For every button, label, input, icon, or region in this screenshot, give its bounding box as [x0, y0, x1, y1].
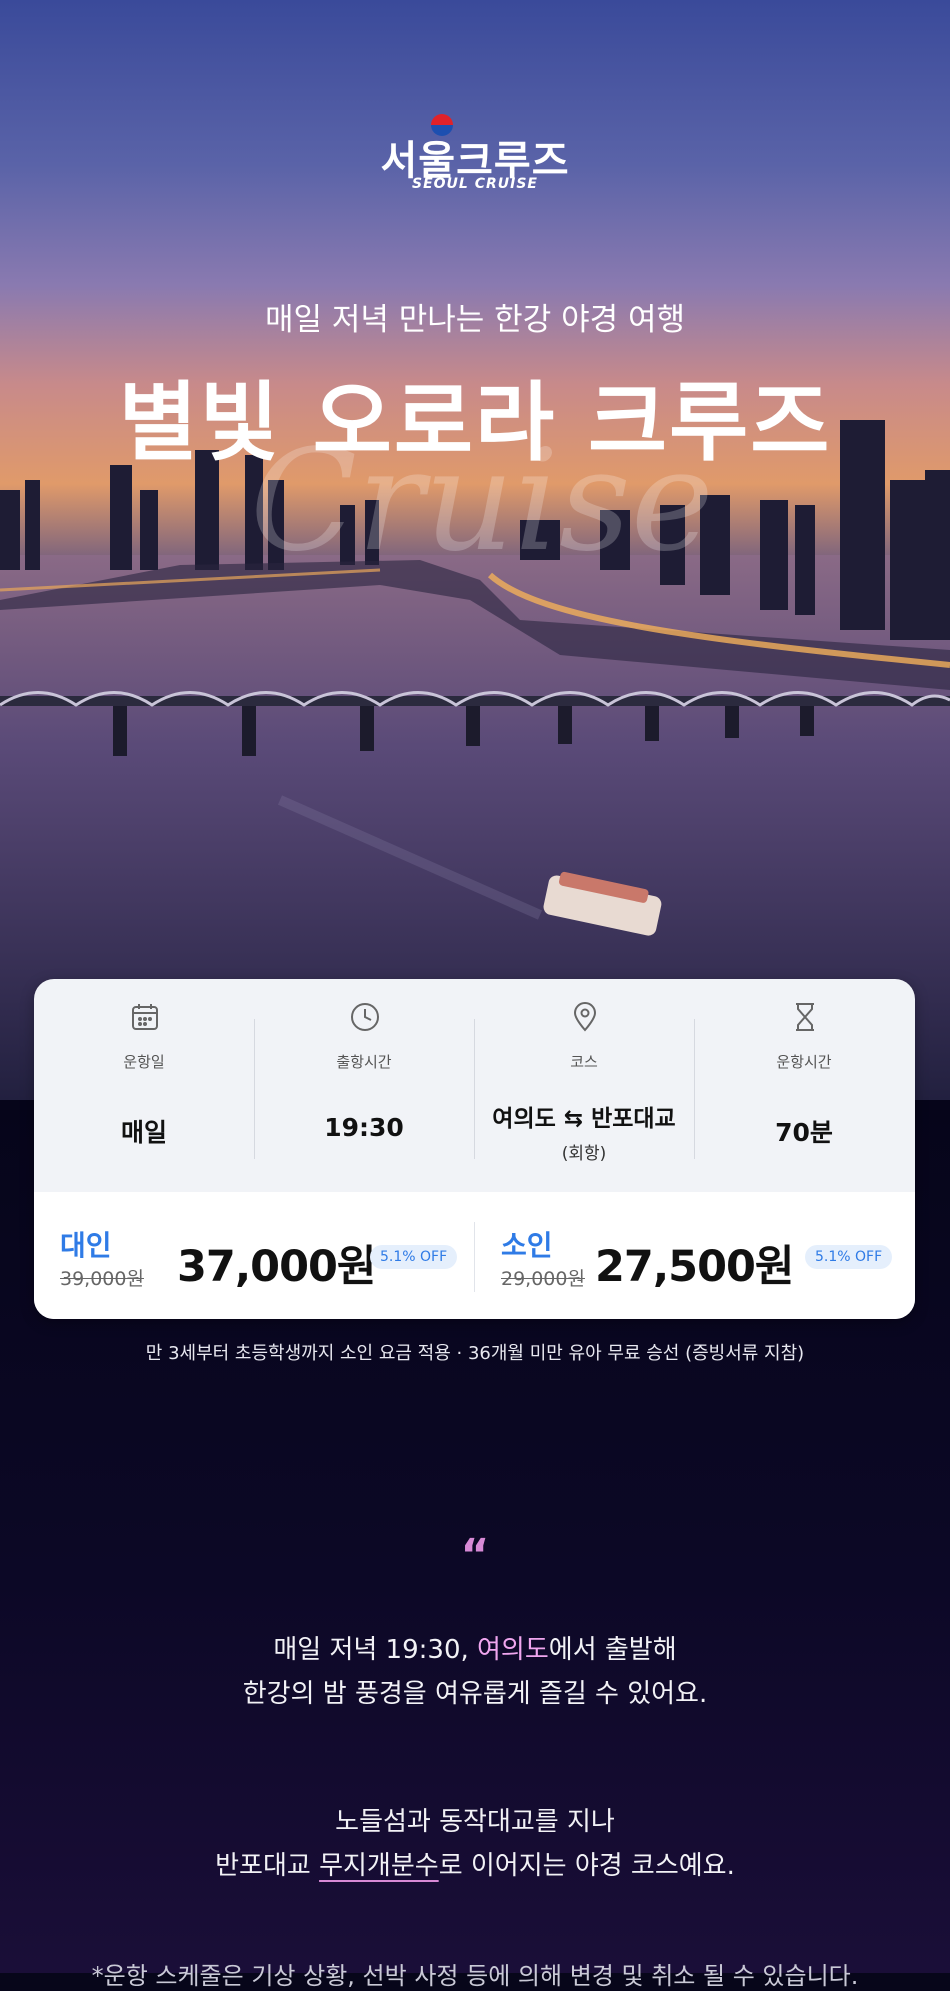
discount-badge: 5.1% OFF — [805, 1245, 893, 1269]
hourglass-icon — [796, 1003, 814, 1031]
info-value: 여의도 ⇆ 반포대교 — [492, 1106, 676, 1132]
info-value: 19:30 — [324, 1113, 404, 1142]
description-line: 매일 저녁 19:30, 여의도에서 출발해 — [273, 1635, 677, 1665]
info-operating-days: 운항일 매일 — [34, 979, 254, 1192]
hero-subtitle: 매일 저녁 만나는 한강 야경 여행 — [264, 302, 686, 338]
hero-title: 별빛 오로라 크루즈 — [118, 373, 832, 473]
price-adult: 대인 39,000원 37,000원 5.1% OFF — [34, 1192, 474, 1319]
info-note: (회항) — [561, 1144, 607, 1164]
info-label: 출항시간 — [336, 1053, 392, 1071]
info-value: 매일 — [120, 1118, 167, 1147]
description-line: 한강의 밤 풍경을 여유롭게 즐길 수 있어요. — [242, 1679, 708, 1709]
sale-price: 27,500원 — [595, 1242, 794, 1292]
discount-badge: 5.1% OFF — [370, 1245, 458, 1269]
highlight-text: 여의도 — [477, 1635, 549, 1665]
sale-price: 37,000원 — [177, 1242, 376, 1292]
fare-notice: 만 3세부터 초등학생까지 소인 요금 적용 · 36개월 미만 유아 무료 승… — [145, 1343, 805, 1364]
price-label: 소인 — [501, 1229, 553, 1262]
info-departure-time: 출항시간 19:30 — [254, 979, 474, 1192]
cruise-info-card: 운항일 매일 출항시간 19:30 코스 여의도 ⇆ 반포대교 (회항) 운항시… — [34, 979, 915, 1319]
info-label: 코스 — [570, 1053, 598, 1071]
info-label: 운항일 — [123, 1053, 165, 1071]
hero-banner: 서울크루즈 SEOUL CRUISE 매일 저녁 만나는 한강 야경 여행 Cr… — [0, 0, 950, 1100]
brand-logo-sub: SEOUL CRUISE — [412, 176, 538, 192]
clock-icon — [351, 1003, 379, 1031]
location-pin-icon — [573, 1002, 597, 1032]
description-line: 노들섬과 동작대교를 지나 — [335, 1807, 615, 1837]
description-paragraph-2: 노들섬과 동작대교를 지나 반포대교 무지개분수로 이어지는 야경 코스예요. — [0, 1800, 950, 1888]
price-label: 대인 — [60, 1229, 112, 1262]
calendar-icon — [132, 1004, 158, 1030]
info-value: 70분 — [775, 1118, 833, 1147]
quote-mark: “ — [460, 1530, 490, 1581]
highlight-text: 무지개분수 — [319, 1851, 439, 1881]
info-label: 운항시간 — [776, 1053, 832, 1071]
description-paragraph-1: 매일 저녁 19:30, 여의도에서 출발해 한강의 밤 풍경을 여유롭게 즐길… — [0, 1628, 950, 1716]
info-course: 코스 여의도 ⇆ 반포대교 (회항) — [474, 979, 694, 1192]
price-child: 소인 29,000원 27,500원 5.1% OFF — [475, 1192, 915, 1319]
info-duration: 운항시간 70분 — [694, 979, 914, 1192]
description-line: 반포대교 무지개분수로 이어지는 야경 코스예요. — [215, 1851, 735, 1881]
original-price: 29,000원 — [501, 1268, 585, 1290]
schedule-footnote: *운항 스케줄은 기상 상황, 선박 사정 등에 의해 변경 및 취소 될 수 … — [91, 1962, 859, 1990]
price-panel: 대인 39,000원 37,000원 5.1% OFF 소인 29,000원 2… — [34, 1192, 915, 1319]
original-price: 39,000원 — [60, 1268, 144, 1290]
